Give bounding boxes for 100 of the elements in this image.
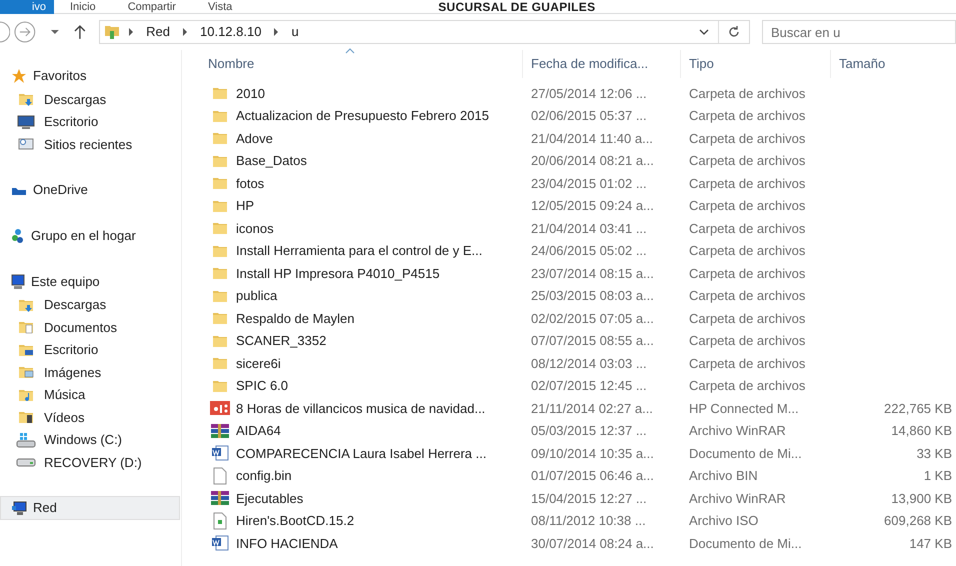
- ribbon-tab[interactable]: Vista: [192, 0, 248, 14]
- sidebar-item[interactable]: Este equipo: [0, 270, 180, 294]
- recent-places-icon: [18, 136, 34, 152]
- date-cell-text: 27/05/2014 12:06 ...: [530, 84, 648, 102]
- date-cell-text: 09/10/2014 10:35 a...: [530, 444, 655, 462]
- file-row[interactable]: Adove 21/04/2014 11:40 a... Carpeta de archivos: [182, 127, 956, 150]
- sidebar-item[interactable]: Música: [0, 384, 180, 406]
- type-cell-text: Carpeta de archivos: [688, 287, 806, 305]
- sidebar-item[interactable]: Descargas: [0, 88, 180, 110]
- file-name: Install HP Impresora P4010_P4515: [236, 264, 440, 283]
- type-cell-text: Carpeta de archivos: [688, 107, 806, 125]
- file-row[interactable]: AIDA64 05/03/2015 12:37 ... Archivo WinRAR 14,860 KB: [182, 420, 956, 442]
- sidebar-item[interactable]: Red: [0, 496, 180, 520]
- search-field[interactable]: Buscar en u: [762, 20, 956, 44]
- size-cell-text: 33 KB: [916, 444, 952, 462]
- file-row[interactable]: publica 25/03/2015 08:03 a... Carpeta de archivos: [182, 284, 956, 307]
- size-cell-text: 1 KB: [924, 467, 952, 485]
- date-cell-text: 23/07/2014 08:15 a...: [530, 264, 655, 282]
- sidebar-item[interactable]: RECOVERY (D:): [0, 451, 180, 474]
- file-row[interactable]: Install Herramienta para el control de y E... 24/06/2015 05:02 ... Carpeta de archivos: [182, 240, 956, 262]
- date-cell-text: 23/04/2015 01:02 ...: [530, 174, 648, 192]
- monitor-icon: [17, 114, 35, 129]
- breadcrumb-item[interactable]: 10.12.8.10: [196, 22, 266, 42]
- file-row[interactable]: Install HP Impresora P4010_P4515 23/07/2014 08:15 a... Carpeta de archivos: [182, 262, 956, 284]
- chevron-icon[interactable]: [273, 28, 280, 36]
- back-icon[interactable]: [0, 21, 10, 43]
- sidebar-item[interactable]: Documentos: [0, 316, 180, 338]
- file-name: 8 Horas de villancicos musica de navidad...: [236, 400, 486, 418]
- sidebar-item[interactable]: Escritorio: [0, 338, 180, 361]
- file-row[interactable]: INFO HACIENDA 30/07/2014 08:24 a... Documento de Mi... 147 KB: [182, 532, 956, 554]
- network-folder-icon: [104, 23, 120, 41]
- file-row[interactable]: Hiren's.BootCD.15.2 08/11/2012 10:38 ... Archivo ISO 609,268 KB: [182, 510, 956, 532]
- file-row[interactable]: sicere6i 08/12/2014 03:03 ... Carpeta de archivos: [182, 352, 956, 374]
- sidebar-item[interactable]: Vídeos: [0, 406, 180, 428]
- date-cell-text: 21/11/2014 02:27 a...: [530, 400, 654, 418]
- file-row[interactable]: SCANER_3352 07/07/2015 08:55 a... Carpeta de archivos: [182, 330, 956, 352]
- date-cell-text: 02/06/2015 05:37 ...: [530, 107, 648, 125]
- breadcrumb-item[interactable]: u: [287, 22, 303, 42]
- type-cell-text: Documento de Mi...: [688, 534, 803, 552]
- ribbon-tab[interactable]: ivo: [0, 0, 54, 14]
- folder-icon: [212, 220, 228, 236]
- type-cell-text: HP Connected M...: [688, 400, 800, 418]
- file-row[interactable]: config.bin 01/07/2015 06:46 a... Archivo BIN 1 KB: [182, 464, 956, 487]
- file-row[interactable]: COMPARECENCIA Laura Isabel Herrera ... 09/10/2014 10:35 a... Documento de Mi... 33 KB: [182, 442, 956, 464]
- file-row[interactable]: Actualizacion de Presupuesto Febrero 2015 02/06/2015 05:37 ... Carpeta de archivos: [182, 104, 956, 127]
- folder-icon: [18, 319, 34, 336]
- drive-icon: [16, 457, 36, 468]
- file-name: SPIC 6.0: [236, 377, 288, 395]
- file-row[interactable]: Ejecutables 15/04/2015 12:27 ... Archivo WinRAR 13,900 KB: [182, 487, 956, 510]
- date-cell-text: 15/04/2015 12:27 ...: [530, 490, 648, 508]
- file-name: AIDA64: [236, 422, 281, 440]
- file-row[interactable]: 8 Horas de villancicos musica de navidad... 21/11/2014 02:27 a... HP Connected M... 222,765 KB: [182, 397, 956, 420]
- homegroup-icon: [11, 228, 25, 244]
- sidebar-item[interactable]: Imágenes: [0, 361, 180, 384]
- sidebar-item[interactable]: OneDrive: [0, 178, 180, 202]
- type-cell-text: Carpeta de archivos: [688, 242, 806, 260]
- file-row[interactable]: HP 12/05/2015 09:24 a... Carpeta de archivos: [182, 194, 956, 217]
- sidebar-item[interactable]: Grupo en el hogar: [0, 224, 180, 248]
- dropdown-caret-icon[interactable]: [698, 27, 710, 37]
- chevron-icon[interactable]: [128, 28, 134, 36]
- file-row[interactable]: Respaldo de Maylen 02/02/2015 07:05 a... Carpeta de archivos: [182, 307, 956, 330]
- sidebar-item[interactable]: Sitios recientes: [0, 133, 180, 156]
- type-cell-text: Carpeta de archivos: [688, 264, 806, 283]
- refresh-icon[interactable]: [726, 25, 741, 39]
- sidebar-item[interactable]: Descargas: [0, 294, 180, 316]
- file-row[interactable]: Base_Datos 20/06/2014 08:21 a... Carpeta de archivos: [182, 150, 956, 172]
- folder-icon: [18, 91, 34, 108]
- column-header[interactable]: Fecha de modifica...: [522, 50, 680, 78]
- network-icon: [11, 500, 27, 516]
- column-header[interactable]: Tamaño: [830, 50, 956, 78]
- chevron-icon[interactable]: [182, 28, 188, 36]
- file-row[interactable]: 2010 27/05/2014 12:06 ... Carpeta de archivos: [182, 82, 956, 104]
- type-cell-text: Carpeta de archivos: [688, 130, 806, 148]
- type-cell-text: Archivo WinRAR: [688, 490, 787, 508]
- ribbon-tab[interactable]: Inicio: [54, 0, 112, 14]
- ribbon-tab[interactable]: Compartir: [112, 0, 192, 14]
- file-row[interactable]: SPIC 6.0 02/07/2015 12:45 ... Carpeta de archivos: [182, 374, 956, 397]
- folder-icon: [212, 85, 228, 102]
- size-cell-text: 13,900 KB: [891, 490, 952, 508]
- sidebar-item[interactable]: Escritorio: [0, 110, 180, 133]
- file-row[interactable]: fotos 23/04/2015 01:02 ... Carpeta de archivos: [182, 172, 956, 194]
- forward-icon[interactable]: [14, 21, 36, 43]
- column-header[interactable]: Tipo: [680, 50, 830, 78]
- sidebar-item[interactable]: Favoritos: [0, 64, 180, 88]
- file-row[interactable]: iconos 21/04/2014 03:41 ... Carpeta de archivos: [182, 217, 956, 240]
- folder-icon: [212, 355, 228, 372]
- folder-icon: [18, 364, 34, 380]
- date-cell-text: 02/07/2015 12:45 ...: [530, 377, 648, 395]
- file-name: Actualizacion de Presupuesto Febrero 2015: [236, 107, 489, 125]
- address-bar[interactable]: Red 10.12.8.10 u: [99, 20, 750, 44]
- type-cell-text: Carpeta de archivos: [688, 332, 806, 350]
- up-arrow-icon[interactable]: [73, 24, 88, 40]
- type-cell-text: Carpeta de archivos: [688, 354, 806, 373]
- column-header[interactable]: Nombre: [182, 50, 522, 78]
- video-file-icon: [210, 400, 230, 416]
- sidebar-item[interactable]: Windows (C:): [0, 428, 180, 451]
- file-icon: [212, 466, 228, 485]
- breadcrumb-item[interactable]: Red: [142, 22, 174, 42]
- size-cell-text: 14,860 KB: [891, 422, 952, 440]
- type-cell-text: Archivo ISO: [688, 512, 760, 530]
